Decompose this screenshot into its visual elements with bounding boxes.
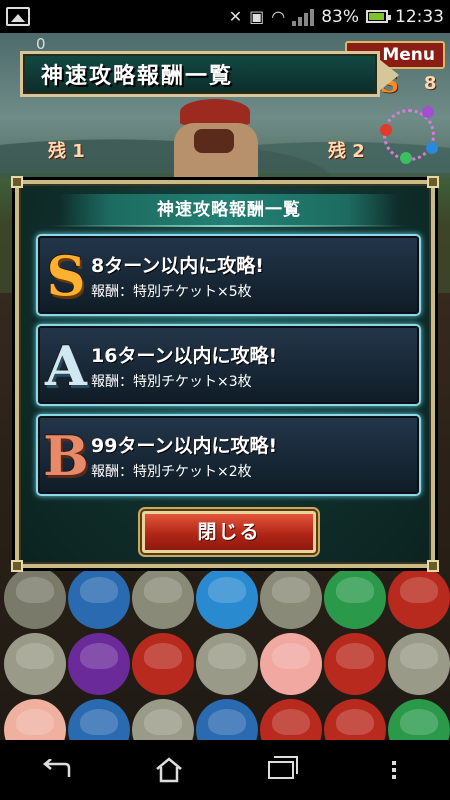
- puzzle-board: [0, 563, 450, 740]
- wifi-icon: ◠: [271, 7, 286, 26]
- reward-card-b: B 99ターン以内に攻略! 報酬：特別チケット×2枚: [36, 414, 421, 496]
- combo-ring-icon: [380, 106, 438, 164]
- reward-condition: 16ターン以内に攻略!: [91, 345, 278, 367]
- status-bar: ✕ ▣ ◠ 83% 12:33: [0, 0, 450, 33]
- back-icon[interactable]: [26, 750, 86, 790]
- corner-ornament: [427, 560, 439, 572]
- navigation-bar: [0, 740, 450, 800]
- overflow-menu-icon[interactable]: [364, 750, 424, 790]
- remaining-counter-right: 残 2: [328, 141, 365, 162]
- reward-condition: 99ターン以内に攻略!: [91, 435, 278, 457]
- signal-icon: [292, 8, 315, 26]
- battery-icon: [366, 10, 391, 23]
- reward-list-dialog: 神速攻略報酬一覧 S 8ターン以内に攻略! 報酬：特別チケット×5枚 A 16タ…: [11, 176, 439, 572]
- mute-icon: ✕: [228, 7, 243, 26]
- remaining-counter-left: 残 1: [48, 141, 85, 162]
- remaining-counter-top: 8: [424, 73, 437, 94]
- title-divider: [49, 225, 409, 227]
- home-icon[interactable]: [139, 750, 199, 790]
- reward-card-a: A 16ターン以内に攻略! 報酬：特別チケット×3枚: [36, 324, 421, 406]
- corner-ornament: [11, 176, 23, 188]
- dialog-title: 神速攻略報酬一覧: [59, 194, 399, 226]
- gallery-notification-icon: [6, 7, 30, 26]
- recent-apps-icon[interactable]: [251, 750, 311, 790]
- nfc-icon: ▣: [249, 7, 265, 26]
- reward-condition: 8ターン以内に攻略!: [91, 255, 264, 277]
- rank-b-badge: B: [42, 423, 90, 489]
- title-banner-text: 神速攻略報酬一覧: [41, 64, 234, 89]
- clock: 12:33: [395, 6, 444, 27]
- reward-list-title-banner: 神速攻略報酬一覧: [20, 51, 399, 97]
- corner-ornament: [427, 176, 439, 188]
- battery-percent: 83%: [321, 6, 359, 27]
- corner-ornament: [11, 560, 23, 572]
- rank-a-badge: A: [44, 333, 88, 399]
- rank-s-badge: S: [46, 243, 87, 309]
- reward-detail: 報酬：特別チケット×5枚: [91, 284, 252, 300]
- reward-detail: 報酬：特別チケット×3枚: [91, 374, 252, 390]
- reward-card-s: S 8ターン以内に攻略! 報酬：特別チケット×5枚: [36, 234, 421, 316]
- close-button[interactable]: 閉じる: [142, 511, 316, 553]
- reward-detail: 報酬：特別チケット×2枚: [91, 464, 252, 480]
